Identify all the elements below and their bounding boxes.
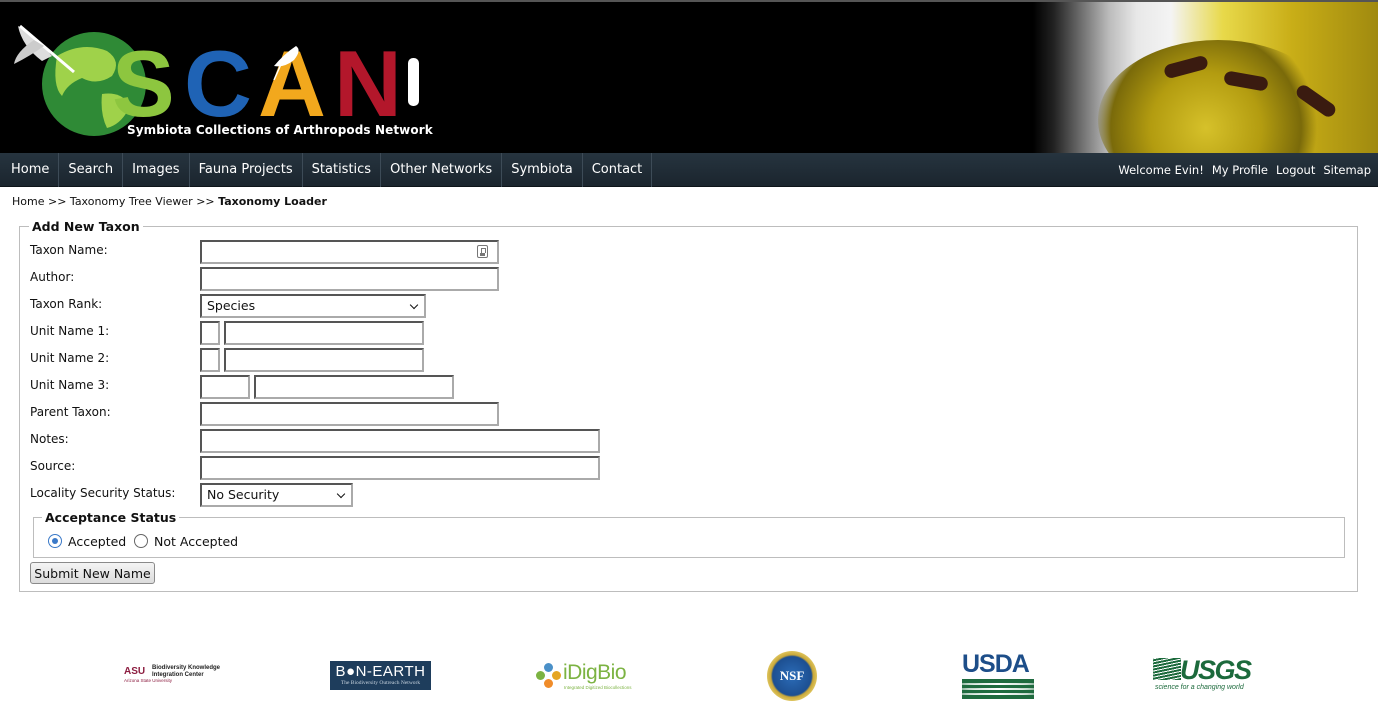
- parent-taxon-input[interactable]: [200, 402, 499, 426]
- bon-earth-logo[interactable]: B●N-EARTH The Biodiversity Outreach Netw…: [330, 661, 431, 690]
- nav-symbiota[interactable]: Symbiota: [502, 153, 583, 187]
- bon-earth-title: B●N-EARTH: [335, 663, 426, 680]
- nsf-text: NSF: [779, 668, 805, 683]
- unit-name-2-ind-input[interactable]: [200, 348, 220, 372]
- accepted-radio[interactable]: [48, 534, 62, 548]
- breadcrumb-separator: >>: [196, 195, 215, 208]
- welcome-text: Welcome Evin!: [1118, 163, 1204, 177]
- nav-statistics[interactable]: Statistics: [303, 153, 382, 187]
- site-banner: S C A N Symbiota Collections of Arthropo…: [0, 0, 1378, 153]
- scan-letter-a: A: [258, 31, 326, 136]
- password-key-icon[interactable]: [477, 245, 488, 258]
- idigbio-icon: [536, 663, 562, 689]
- bon-earth-subtitle: The Biodiversity Outreach Network: [340, 680, 421, 686]
- add-taxon-legend: Add New Taxon: [29, 219, 143, 234]
- acceptance-legend: Acceptance Status: [42, 510, 180, 525]
- nav-search[interactable]: Search: [59, 153, 124, 187]
- not-accepted-radio[interactable]: [134, 534, 148, 548]
- breadcrumb-tree-viewer[interactable]: Taxonomy Tree Viewer: [70, 195, 193, 208]
- nsf-logo[interactable]: NSF: [767, 651, 817, 701]
- banner-photo-flower-ants: [1033, 2, 1378, 153]
- source-label: Source:: [30, 459, 76, 473]
- sitemap-link[interactable]: Sitemap: [1319, 153, 1378, 187]
- breadcrumb: Home >> Taxonomy Tree Viewer >> Taxonomy…: [12, 195, 327, 208]
- idigbio-logo[interactable]: iDigBio Integrated Digitized Biocollecti…: [534, 660, 638, 692]
- asu-logo-subtext: Arizona State University: [124, 678, 173, 683]
- nav-fauna-projects[interactable]: Fauna Projects: [190, 153, 303, 187]
- unit-name-1-label: Unit Name 1:: [30, 324, 110, 338]
- banner-tagline: Symbiota Collections of Arthropods Netwo…: [127, 123, 433, 137]
- nav-home[interactable]: Home: [0, 153, 60, 187]
- usda-field-icon: [962, 679, 1034, 699]
- asu-logo-text: Biodiversity Knowledge Integration Cente…: [152, 665, 221, 678]
- nav-contact[interactable]: Contact: [583, 153, 653, 187]
- breadcrumb-home[interactable]: Home: [12, 195, 44, 208]
- chevron-down-icon: [336, 489, 346, 499]
- security-status-label: Locality Security Status:: [30, 486, 176, 500]
- usda-text: USDA: [962, 650, 1030, 678]
- unit-name-2-label: Unit Name 2:: [30, 351, 110, 365]
- usgs-tagline: science for a changing world: [1155, 684, 1244, 691]
- author-input[interactable]: [200, 267, 499, 291]
- taxon-name-input[interactable]: [200, 240, 499, 264]
- security-status-value: No Security: [207, 487, 280, 502]
- breadcrumb-current: Taxonomy Loader: [218, 195, 327, 208]
- taxon-rank-label: Taxon Rank:: [30, 297, 103, 311]
- usgs-logo[interactable]: USGS science for a changing world: [1153, 655, 1257, 695]
- unit-name-2-input[interactable]: [224, 348, 424, 372]
- idigbio-title: iDigBio: [563, 661, 627, 684]
- my-profile-link[interactable]: My Profile: [1208, 153, 1272, 187]
- unit-name-3-ind-input[interactable]: [200, 375, 250, 399]
- asu-mark: ASU: [124, 666, 146, 677]
- unit-name-3-input[interactable]: [254, 375, 454, 399]
- caterpillar-icon: [408, 58, 419, 106]
- scan-letter-c: C: [184, 31, 252, 136]
- notes-input[interactable]: [200, 429, 600, 453]
- taxon-rank-select[interactable]: Species: [200, 294, 426, 318]
- scan-letter-s: S: [112, 31, 175, 136]
- author-label: Author:: [30, 270, 75, 284]
- breadcrumb-separator: >>: [47, 195, 67, 208]
- logout-link[interactable]: Logout: [1272, 153, 1319, 187]
- taxon-rank-value: Species: [207, 298, 256, 313]
- security-status-select[interactable]: No Security: [200, 483, 353, 507]
- notes-label: Notes:: [30, 432, 69, 446]
- usgs-text: USGS: [1180, 655, 1252, 685]
- main-nav: Home Search Images Fauna Projects Statis…: [0, 153, 1378, 187]
- submit-new-name-button[interactable]: Submit New Name: [30, 562, 155, 584]
- parent-taxon-label: Parent Taxon:: [30, 405, 111, 419]
- accepted-label[interactable]: Accepted: [68, 534, 126, 549]
- usgs-wave-icon: [1153, 658, 1181, 680]
- idigbio-subtitle: Integrated Digitized Biocollections: [564, 685, 632, 690]
- unit-name-1-ind-input[interactable]: [200, 321, 220, 345]
- asu-bkic-logo[interactable]: ASU Biodiversity Knowledge Integration C…: [124, 665, 228, 685]
- usda-logo[interactable]: USDA: [962, 650, 1034, 700]
- nav-images[interactable]: Images: [123, 153, 190, 187]
- source-input[interactable]: [200, 456, 600, 480]
- not-accepted-label[interactable]: Not Accepted: [154, 534, 238, 549]
- unit-name-1-input[interactable]: [224, 321, 424, 345]
- scan-letter-n: N: [334, 31, 402, 136]
- chevron-down-icon: [409, 300, 419, 310]
- taxon-name-label: Taxon Name:: [30, 243, 108, 257]
- user-menu: Welcome Evin! My Profile Logout Sitemap: [1114, 153, 1378, 187]
- unit-name-3-label: Unit Name 3:: [30, 378, 110, 392]
- nav-other-networks[interactable]: Other Networks: [381, 153, 503, 187]
